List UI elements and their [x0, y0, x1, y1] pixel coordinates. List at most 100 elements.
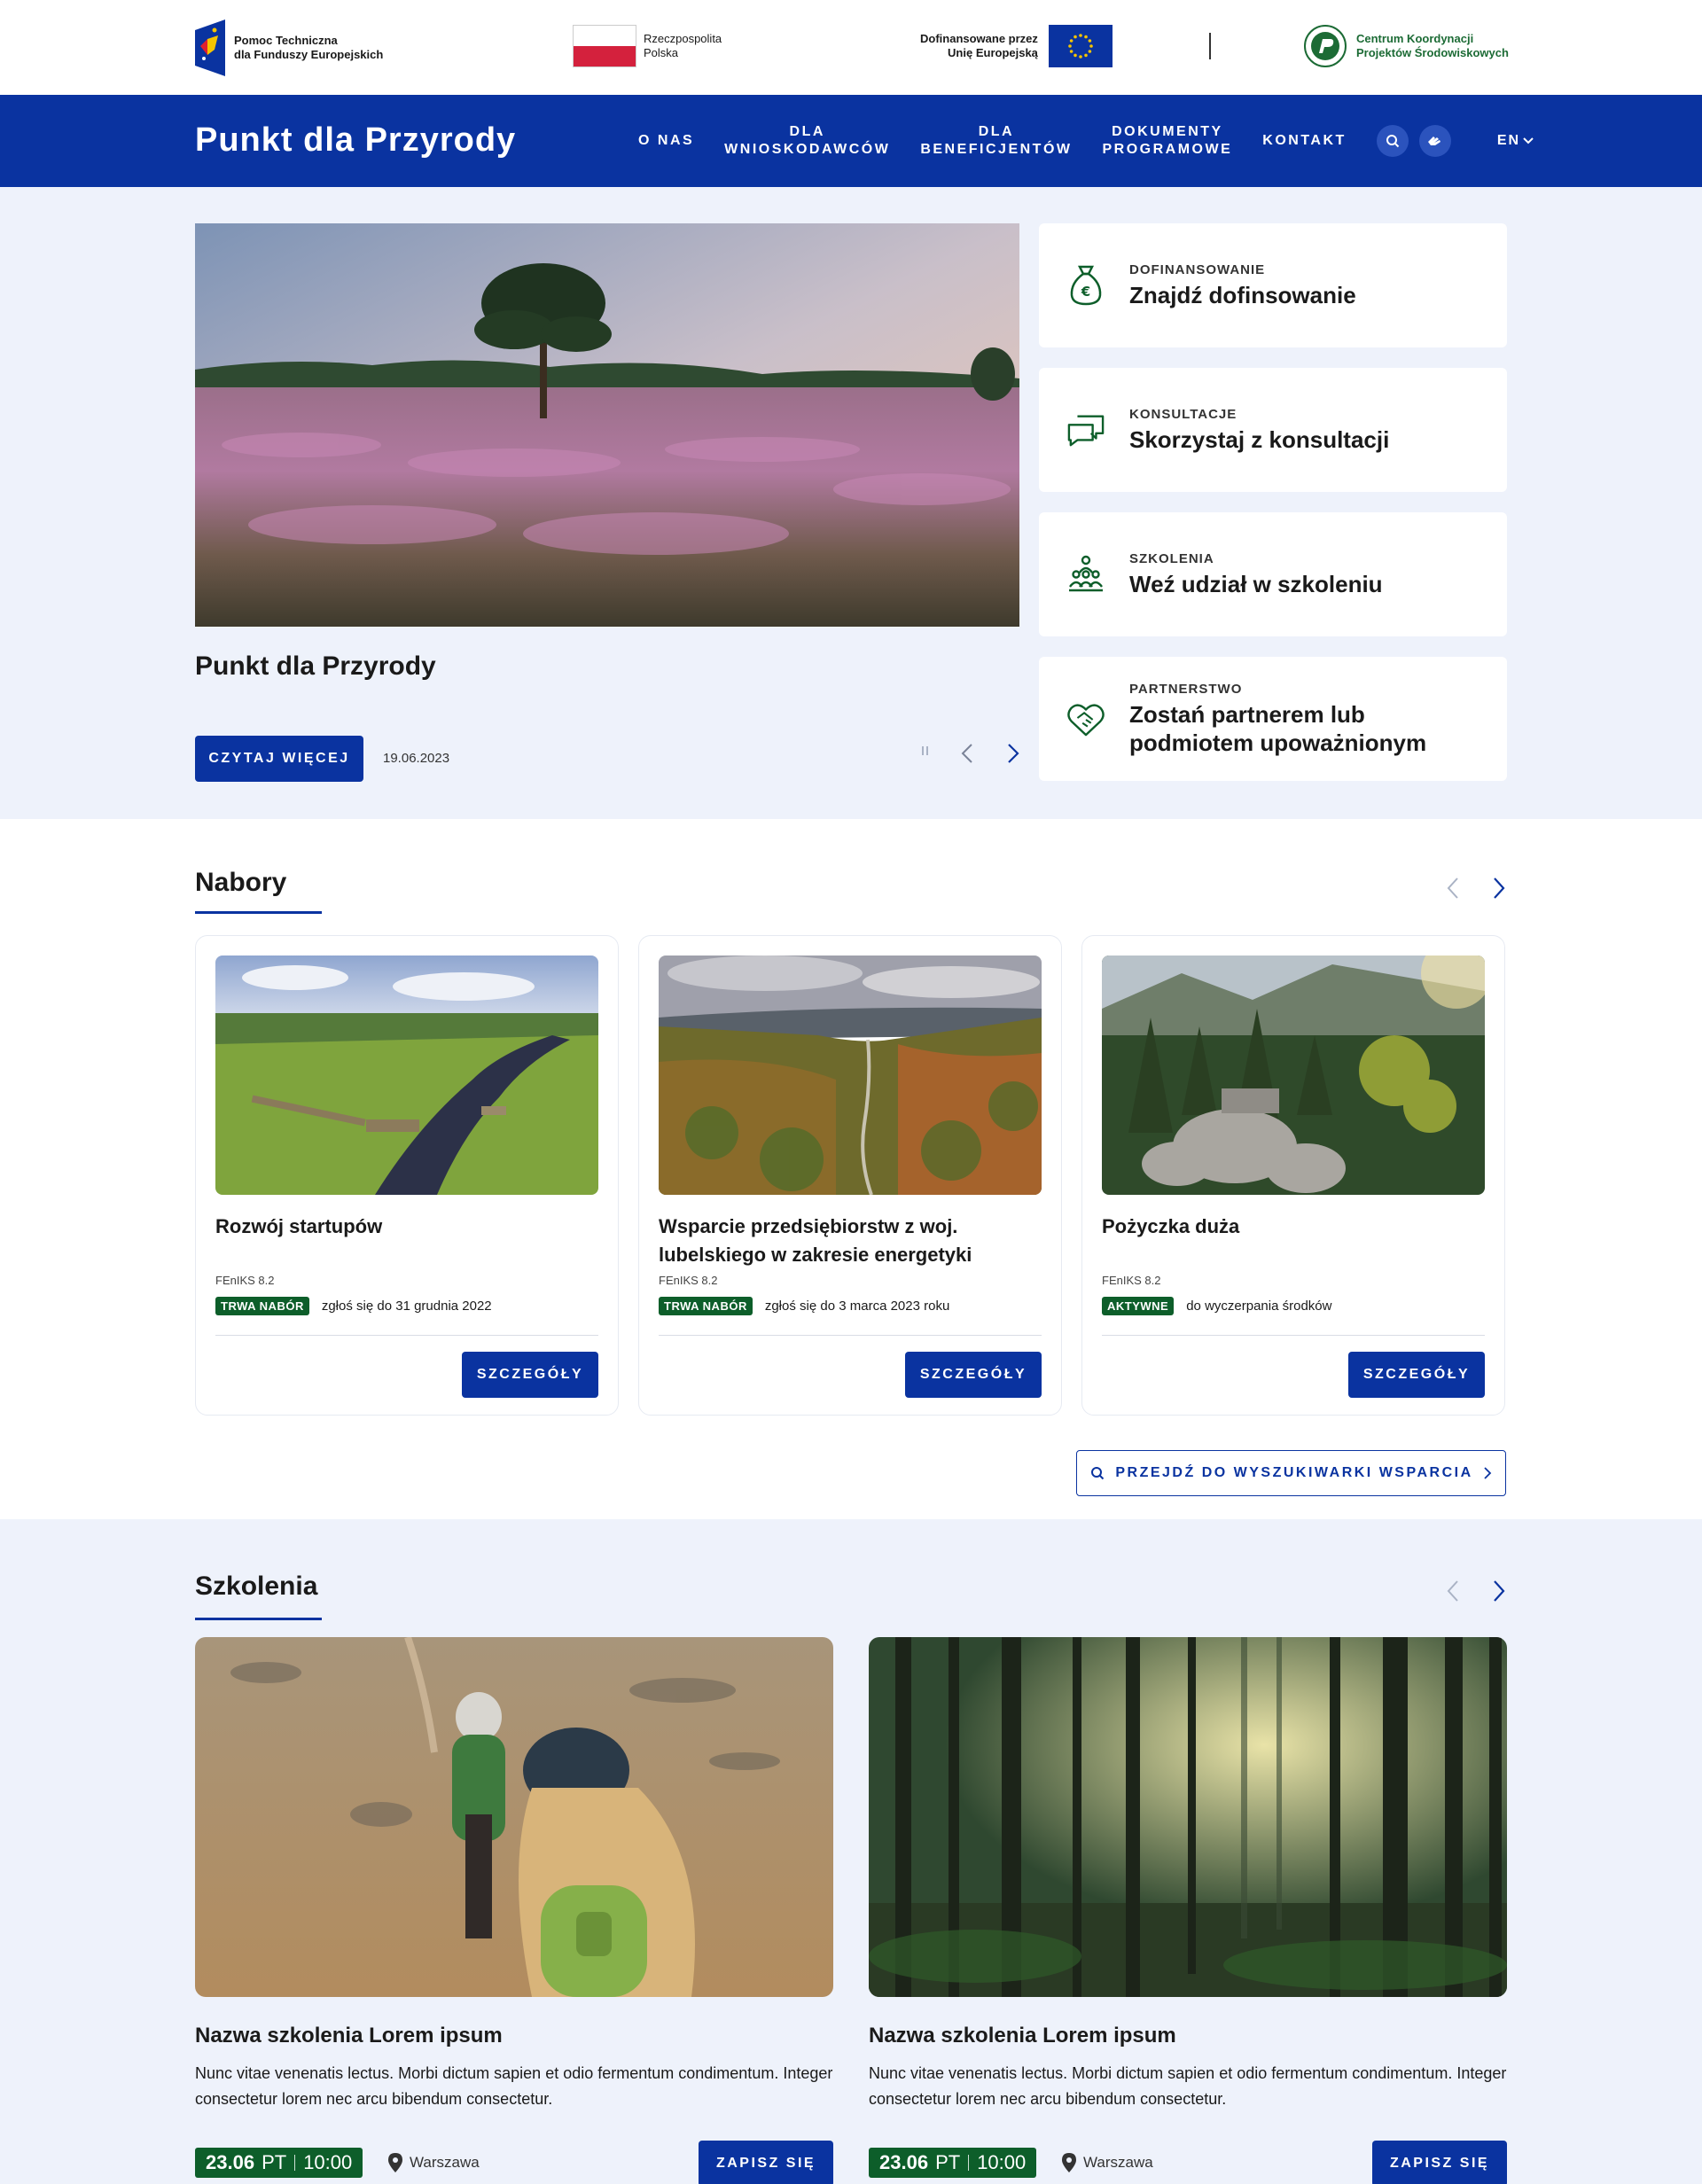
training-location: Warszawa [388, 2153, 480, 2172]
szkolenia-next-button[interactable] [1493, 1580, 1505, 1606]
fe-logo-line2: dla Funduszy Europejskich [234, 48, 384, 61]
training-date-badge: 23.06 PT 10:00 [195, 2148, 363, 2178]
training-title[interactable]: Nazwa szkolenia Lorem ipsum [869, 2024, 1507, 2048]
nabory-heading: Nabory [195, 868, 287, 897]
signup-button[interactable]: ZAPISZ SIĘ [1372, 2141, 1507, 2184]
quick-link-title: Weź udział w szkoleniu [1129, 570, 1383, 597]
nabory-prev-button[interactable] [1447, 878, 1459, 903]
search-icon [1386, 135, 1400, 148]
group-training-icon [1067, 552, 1105, 597]
training-date: 23.06 [206, 2151, 255, 2173]
card-divider [215, 1335, 598, 1336]
nav-item-o-nas[interactable]: O NAS [638, 132, 694, 150]
status-badge: AKTYWNE [1102, 1297, 1175, 1315]
szkolenia-heading: Szkolenia [195, 1572, 318, 1601]
training-title[interactable]: Nazwa szkolenia Lorem ipsum [195, 2024, 833, 2048]
quick-link-konsultacje[interactable]: KONSULTACJE Skorzystaj z konsultacji [1039, 368, 1507, 492]
training-image [869, 1637, 1507, 1997]
pause-button[interactable] [920, 744, 931, 762]
polish-flag-icon [573, 25, 636, 67]
support-search-button[interactable]: PRZEJDŹ DO WYSZUKIWARKI WSPARCIA [1076, 1450, 1506, 1496]
main-navbar: Punkt dla Przyrody O NAS DLA WNIOSKODAWC… [0, 95, 1702, 187]
pause-icon [922, 746, 928, 755]
date-separator [968, 2155, 970, 2171]
chat-icon [1067, 408, 1105, 452]
heading-underline [195, 911, 322, 914]
quick-link-title: Zostań partnerem lub podmiotem upoważnio… [1129, 700, 1427, 756]
card-title[interactable]: Wsparcie przedsiębiorstw z woj. lubelski… [659, 1213, 1042, 1269]
search-button[interactable] [1376, 125, 1409, 157]
chevron-down-icon [1523, 137, 1534, 144]
training-date-badge: 23.06 PT 10:00 [869, 2148, 1037, 2178]
svg-text:€: € [1081, 284, 1090, 300]
training-card[interactable]: Nazwa szkolenia Lorem ipsum Nunc vitae v… [195, 1637, 833, 2184]
chevron-left-icon [1447, 1580, 1458, 1602]
training-footer: 23.06 PT 10:00 Warszawa ZAPISZ SIĘ [869, 2141, 1507, 2184]
details-button[interactable]: SZCZEGÓŁY [462, 1352, 598, 1398]
nabor-card[interactable]: Rozwój startupów FEnIKS 8.2 TRWA NABÓR z… [195, 935, 619, 1416]
quick-link-category: PARTNERSTWO [1129, 681, 1243, 697]
site-brand[interactable]: Punkt dla Przyrody [195, 121, 516, 160]
support-search-label: PRZEJDŹ DO WYSZUKIWARKI WSPARCIA [1115, 1465, 1473, 1480]
status-badge: TRWA NABÓR [659, 1297, 753, 1315]
details-button[interactable]: SZCZEGÓŁY [905, 1352, 1042, 1398]
training-time: 10:00 [977, 2151, 1027, 2173]
hero-prev-button[interactable] [961, 744, 973, 768]
nav-item-dokumenty-programowe[interactable]: DOKUMENTY PROGRAMOWE [1103, 123, 1233, 159]
accessibility-button[interactable] [1418, 125, 1451, 157]
training-location: Warszawa [1062, 2153, 1153, 2172]
eu-logo[interactable]: Dofinansowane przez Unię Europejską [920, 25, 1113, 67]
szkolenia-prev-button[interactable] [1447, 1580, 1459, 1606]
card-status: AKTYWNE do wyczerpania środków [1102, 1297, 1331, 1315]
ck-logo-line1: Centrum Koordynacji [1356, 32, 1474, 45]
language-switcher[interactable]: EN [1497, 133, 1534, 149]
quick-link-partnerstwo[interactable]: PARTNERSTWO Zostań partnerem lub podmiot… [1039, 657, 1507, 781]
eu-flag-icon [1048, 25, 1113, 67]
hero-next-button[interactable] [1007, 744, 1019, 768]
quick-link-title: Skorzystaj z konsultacji [1129, 425, 1390, 453]
sign-language-icon [1427, 136, 1440, 145]
card-image [215, 956, 598, 1195]
logo-bar: Pomoc Techniczna dla Funduszy Europejski… [0, 0, 1702, 95]
details-button[interactable]: SZCZEGÓŁY [1348, 1352, 1485, 1398]
fe-logo[interactable]: Pomoc Techniczna dla Funduszy Europejski… [195, 20, 383, 76]
logo-separator [1209, 33, 1211, 59]
nabor-card[interactable]: Pożyczka duża FEnIKS 8.2 AKTYWNE do wycz… [1081, 935, 1505, 1416]
training-footer: 23.06 PT 10:00 Warszawa ZAPISZ SIĘ [195, 2141, 833, 2184]
chevron-left-icon [1447, 878, 1458, 899]
training-day: PT [262, 2151, 287, 2173]
fe-emblem-icon [195, 20, 225, 76]
quick-link-category: DOFINANSOWANIE [1129, 261, 1266, 277]
signup-button[interactable]: ZAPISZ SIĘ [699, 2141, 833, 2184]
map-pin-icon [1062, 2153, 1076, 2172]
quick-link-title: Znajdź dofinsowanie [1129, 281, 1356, 308]
quick-link-szkolenia[interactable]: SZKOLENIA Weź udział w szkoleniu [1039, 512, 1507, 636]
read-more-button[interactable]: CZYTAJ WIĘCEJ [195, 736, 363, 782]
language-label: EN [1496, 133, 1521, 148]
date-separator [294, 2155, 296, 2171]
hero-section: Punkt dla Przyrody CZYTAJ WIĘCEJ 19.06.2… [0, 187, 1702, 819]
training-time: 10:00 [303, 2151, 353, 2173]
szkolenia-section: Szkolenia Nazwa szkolenia Lorem ipsum Nu… [0, 1519, 1702, 2184]
card-program: FEnIKS 8.2 [215, 1274, 275, 1287]
nabor-card[interactable]: Wsparcie przedsiębiorstw z woj. lubelski… [638, 935, 1062, 1416]
card-status: TRWA NABÓR zgłoś się do 31 grudnia 2022 [215, 1297, 492, 1315]
nav-menu: O NAS DLA WNIOSKODAWCÓW DLA BENEFICJENTÓ… [638, 95, 1534, 187]
status-text: zgłoś się do 31 grudnia 2022 [321, 1299, 492, 1314]
quick-link-category: SZKOLENIA [1129, 550, 1214, 566]
card-image [659, 956, 1042, 1195]
training-card[interactable]: Nazwa szkolenia Lorem ipsum Nunc vitae v… [869, 1637, 1507, 2184]
pl-logo[interactable]: Rzeczpospolita Polska [573, 25, 722, 67]
card-title[interactable]: Rozwój startupów [215, 1213, 598, 1241]
card-title[interactable]: Pożyczka duża [1102, 1213, 1485, 1241]
ck-logo[interactable]: Centrum Koordynacji Projektów Środowisko… [1303, 24, 1509, 68]
status-text: zgłoś się do 3 marca 2023 roku [764, 1299, 950, 1314]
nav-item-dla-beneficjentow[interactable]: DLA BENEFICJENTÓW [920, 123, 1072, 159]
map-pin-icon [388, 2153, 402, 2172]
hero-date: 19.06.2023 [383, 751, 450, 766]
nabory-next-button[interactable] [1493, 878, 1505, 903]
quick-link-dofinansowanie[interactable]: € DOFINANSOWANIE Znajdź dofinsowanie [1039, 223, 1507, 347]
nav-item-dla-wnioskodawcow[interactable]: DLA WNIOSKODAWCÓW [724, 123, 890, 159]
nav-item-kontakt[interactable]: KONTAKT [1262, 132, 1347, 150]
ck-logo-line2: Projektów Środowiskowych [1356, 46, 1509, 59]
